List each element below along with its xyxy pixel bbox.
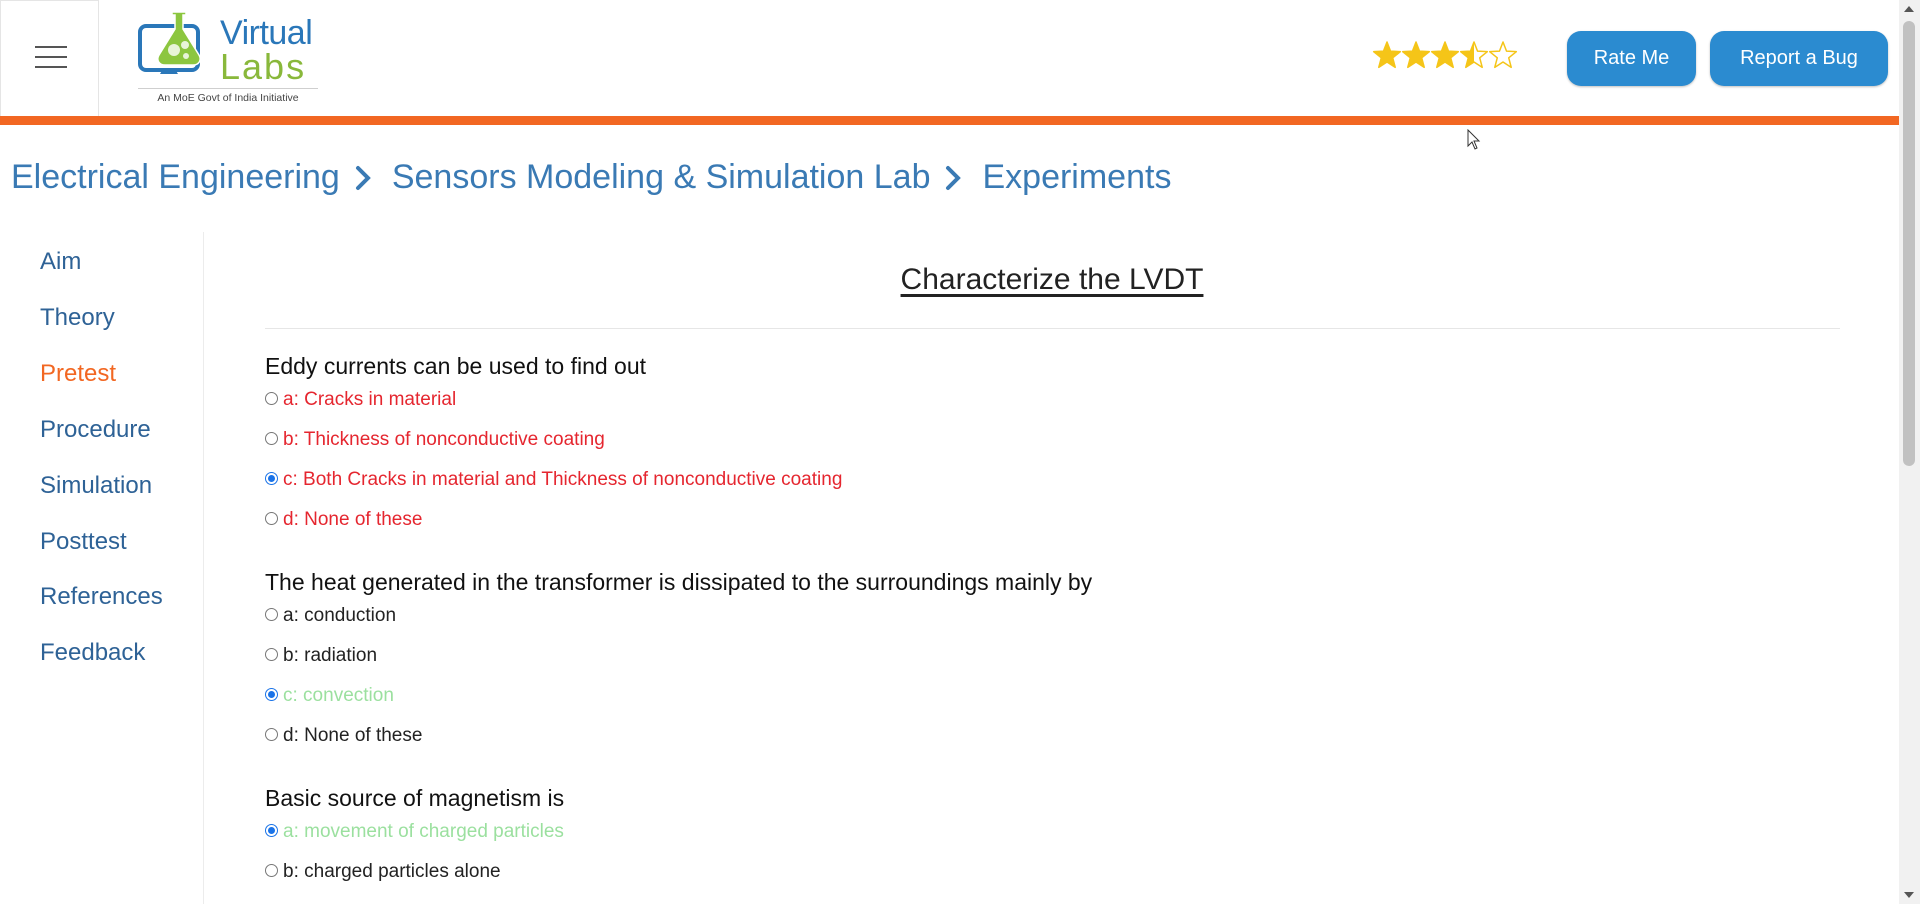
q1-option-b[interactable]: b: Thickness of nonconductive coating — [265, 428, 605, 452]
question-3: Basic source of magnetism is — [265, 785, 565, 811]
rate-me-button[interactable]: Rate Me — [1567, 31, 1696, 86]
radio-button[interactable] — [265, 687, 278, 701]
option-label: c: convection — [283, 685, 394, 706]
radio-button[interactable] — [265, 391, 278, 405]
scroll-up-arrow-icon[interactable] — [1904, 6, 1914, 12]
q2-option-d[interactable]: d: None of these — [265, 724, 422, 748]
scrollbar-thumb[interactable] — [1903, 21, 1915, 466]
sidebar-item-pretest[interactable]: Pretest — [40, 360, 116, 388]
rating-stars[interactable] — [1372, 40, 1518, 72]
top-header: Virtual Labs An MoE Govt of India Initia… — [0, 0, 1899, 116]
q1-option-a[interactable]: a: Cracks in material — [265, 388, 456, 412]
radio-button[interactable] — [265, 607, 278, 621]
q2-option-a[interactable]: a: conduction — [265, 604, 396, 628]
q2-option-b[interactable]: b: radiation — [265, 644, 377, 668]
option-label: a: movement of charged particles — [283, 821, 564, 842]
logo-line1: Virtual — [220, 14, 313, 52]
sidebar-nav: Aim Theory Pretest Procedure Simulation … — [0, 232, 204, 904]
option-label: a: Cracks in material — [283, 389, 457, 410]
sidebar-item-references[interactable]: References — [40, 583, 163, 611]
sidebar-item-feedback[interactable]: Feedback — [40, 639, 145, 667]
star-empty-icon[interactable] — [1488, 41, 1518, 69]
header-accent-bar — [0, 116, 1899, 125]
option-label: d: None of these — [283, 509, 423, 530]
radio-button[interactable] — [265, 823, 278, 837]
report-bug-button[interactable]: Report a Bug — [1710, 31, 1888, 86]
menu-panel — [0, 0, 99, 116]
title-divider — [265, 328, 1840, 329]
sidebar-item-aim[interactable]: Aim — [40, 248, 81, 276]
breadcrumb-experiments[interactable]: Experiments — [982, 158, 1171, 197]
vertical-scrollbar[interactable] — [1899, 0, 1920, 904]
logo-line2: Labs — [220, 46, 307, 87]
q1-option-c[interactable]: c: Both Cracks in material and Thickness… — [265, 468, 842, 492]
scroll-down-arrow-icon[interactable] — [1904, 892, 1914, 898]
chevron-right-icon — [946, 165, 962, 190]
radio-button[interactable] — [265, 511, 278, 525]
breadcrumb-discipline[interactable]: Electrical Engineering — [11, 158, 340, 197]
radio-button[interactable] — [265, 727, 278, 741]
option-label: b: charged particles alone — [283, 861, 501, 882]
star-filled-icon[interactable] — [1430, 41, 1460, 69]
option-label: b: Thickness of nonconductive coating — [283, 429, 605, 450]
logo-tagline: An MoE Govt of India Initiative — [138, 88, 318, 104]
radio-button[interactable] — [265, 863, 278, 877]
question-2: The heat generated in the transformer is… — [265, 569, 1093, 595]
q3-option-b[interactable]: b: charged particles alone — [265, 860, 501, 884]
option-label: b: radiation — [283, 645, 378, 666]
star-filled-icon[interactable] — [1372, 41, 1402, 69]
option-label: d: None of these — [283, 725, 423, 746]
q3-option-a[interactable]: a: movement of charged particles — [265, 820, 564, 844]
q2-option-c[interactable]: c: convection — [265, 684, 394, 708]
option-label: c: Both Cracks in material and Thickness… — [283, 469, 843, 490]
radio-button[interactable] — [265, 431, 278, 445]
sidebar-item-theory[interactable]: Theory — [40, 304, 115, 332]
hamburger-menu-icon[interactable] — [35, 46, 67, 70]
sidebar-item-procedure[interactable]: Procedure — [40, 416, 151, 444]
virtual-labs-logo[interactable]: Virtual Labs An MoE Govt of India Initia… — [138, 10, 318, 106]
sidebar-item-simulation[interactable]: Simulation — [40, 472, 152, 500]
star-half-icon[interactable] — [1459, 41, 1489, 69]
breadcrumb: Electrical Engineering Sensors Modeling … — [11, 158, 1171, 197]
option-label: a: conduction — [283, 605, 397, 626]
radio-button[interactable] — [265, 647, 278, 661]
question-1: Eddy currents can be used to find out — [265, 353, 647, 379]
sidebar-item-posttest[interactable]: Posttest — [40, 528, 127, 556]
radio-button[interactable] — [265, 471, 278, 485]
chevron-right-icon — [355, 165, 371, 190]
lab-flask-icon — [138, 11, 201, 74]
page-title: Characterize the LVDT — [900, 263, 1204, 296]
breadcrumb-lab[interactable]: Sensors Modeling & Simulation Lab — [392, 158, 931, 197]
q1-option-d[interactable]: d: None of these — [265, 508, 422, 532]
mouse-cursor-icon — [1467, 129, 1481, 150]
star-filled-icon[interactable] — [1401, 41, 1431, 69]
